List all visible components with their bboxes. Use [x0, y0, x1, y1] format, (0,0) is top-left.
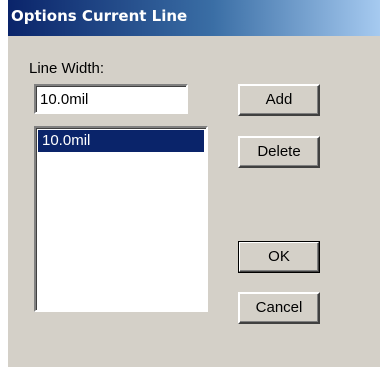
- options-current-line-dialog: Options Current Line Line Width: 10.0mil…: [8, 0, 380, 367]
- ok-button[interactable]: OK: [238, 241, 320, 273]
- line-width-input[interactable]: [34, 84, 188, 114]
- delete-button[interactable]: Delete: [238, 136, 320, 168]
- line-width-label: Line Width:: [29, 60, 105, 77]
- cancel-button[interactable]: Cancel: [238, 292, 320, 324]
- window-title: Options Current Line: [11, 7, 188, 25]
- add-button[interactable]: Add: [238, 84, 320, 116]
- title-bar[interactable]: Options Current Line: [8, 0, 380, 36]
- list-item[interactable]: 10.0mil: [38, 130, 204, 152]
- line-width-listbox[interactable]: 10.0mil: [34, 126, 208, 312]
